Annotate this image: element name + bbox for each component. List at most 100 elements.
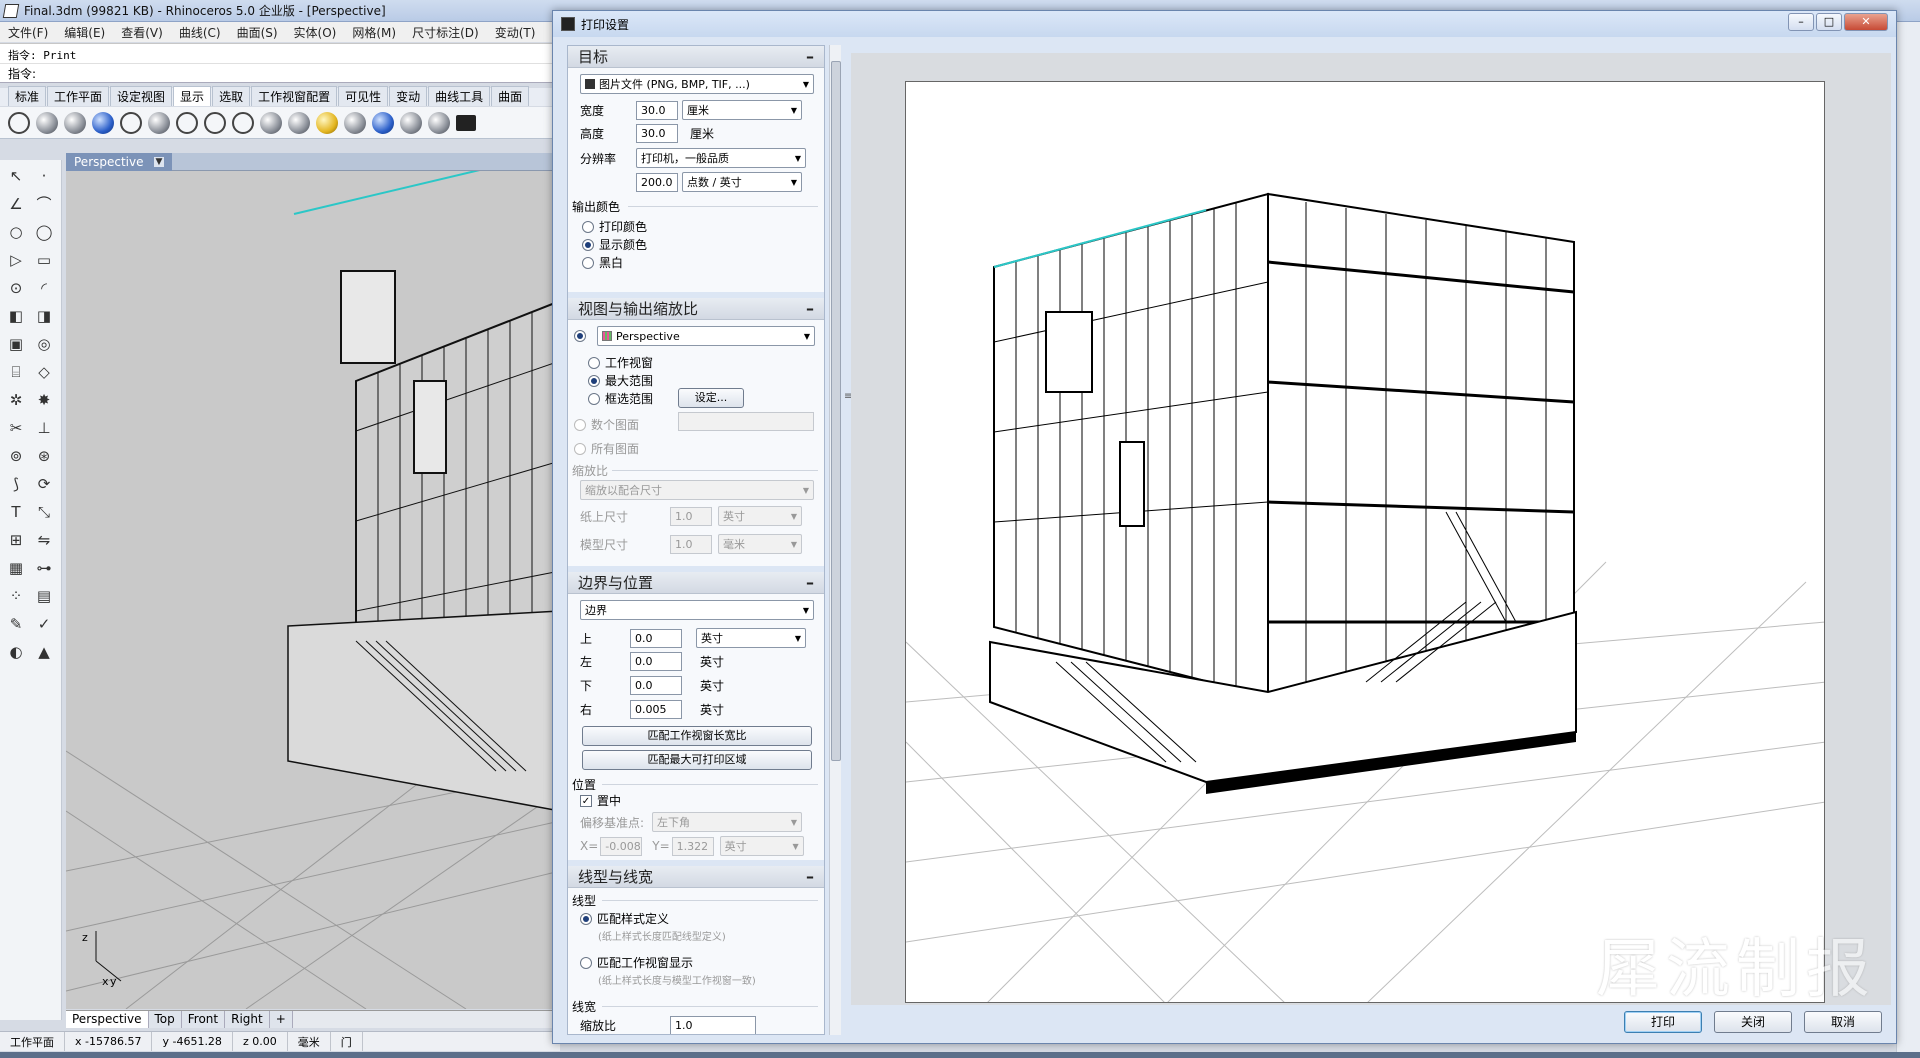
y-offset-input[interactable]: 1.322 — [671, 836, 714, 856]
range-option-viewport[interactable]: 工作视窗 — [588, 354, 653, 371]
menu-surface[interactable]: 曲面(S) — [229, 24, 286, 41]
boolean-icon[interactable]: ◎ — [34, 334, 54, 354]
join-icon[interactable]: ⟆ — [6, 474, 26, 494]
viewport-tab-perspective[interactable]: Perspective — [66, 1011, 149, 1028]
offset-unit-select[interactable]: 英寸 ▼ — [719, 836, 804, 856]
menu-mesh[interactable]: 网格(M) — [344, 24, 404, 41]
ungroup-icon[interactable]: ⊛ — [34, 446, 54, 466]
toolbar-tab-select[interactable]: 选取 — [212, 86, 251, 106]
status-cplane[interactable]: 工作平面 — [0, 1032, 65, 1051]
text-icon[interactable]: T — [6, 502, 26, 522]
radio-display-color[interactable] — [582, 238, 594, 251]
display-monitor-icon[interactable] — [456, 114, 476, 131]
polygon-icon[interactable]: ▷ — [6, 250, 26, 270]
collapse-icon[interactable]: – — [806, 867, 814, 886]
collapse-icon[interactable]: – — [806, 47, 814, 66]
grid-array-icon[interactable]: ⁘ — [6, 586, 26, 606]
paper-size-input[interactable]: 1.0 — [670, 506, 712, 526]
toolbar-tab-surface[interactable]: 曲面 — [491, 86, 530, 106]
minimize-icon[interactable]: – — [1788, 13, 1814, 31]
arc-icon[interactable]: ◜ — [34, 278, 54, 298]
viewport-tab-right[interactable]: Right — [225, 1011, 270, 1028]
margin-right-input[interactable]: 0.005 — [630, 700, 682, 719]
margin-mode-select[interactable]: 边界 ▼ — [580, 600, 814, 620]
linetype-option-style[interactable]: 匹配样式定义 — [580, 910, 669, 927]
zebra-icon[interactable] — [372, 111, 394, 134]
margin-left-input[interactable]: 0.0 — [630, 652, 682, 671]
viewport-title-tab[interactable]: Perspective ▼ — [66, 153, 173, 171]
toolbar-tab-display[interactable]: 显示 — [173, 86, 212, 106]
circle-icon[interactable]: ○ — [6, 222, 26, 242]
section-view-header[interactable]: 视图与输出缩放比 – — [568, 298, 824, 320]
render-icon[interactable]: ▲ — [34, 642, 54, 662]
scale-mode-select[interactable]: 缩放以配合尺寸 ▼ — [580, 480, 814, 500]
radio-linetype-viewport[interactable] — [580, 956, 592, 969]
match-aspect-button[interactable]: 匹配工作视窗长宽比 — [582, 726, 812, 746]
ghosted-mode-icon[interactable] — [92, 111, 114, 134]
menu-file[interactable]: 文件(F) — [0, 24, 56, 41]
section-linetype-header[interactable]: 线型与线宽 – — [568, 866, 824, 888]
trim-icon[interactable]: ✂ — [6, 418, 26, 438]
rebuild-icon[interactable]: ⟳ — [34, 474, 54, 494]
output-type-select[interactable]: 图片文件 (PNG, BMP, TIF, ...) ▼ — [580, 74, 814, 94]
toolbar-tab-standard[interactable]: 标准 — [8, 86, 47, 106]
toolbar-tab-visibility[interactable]: 可见性 — [338, 86, 389, 106]
cylinder-icon[interactable]: ⌸ — [6, 362, 26, 382]
dpi-unit-select[interactable]: 点数 / 英寸 ▼ — [682, 172, 802, 192]
viewport-menu-caret-icon[interactable]: ▼ — [153, 157, 165, 167]
menu-dimension[interactable]: 尺寸标注(D) — [404, 24, 487, 41]
command-prompt[interactable]: 指令: — [0, 63, 560, 83]
center-checkbox[interactable]: ✓ — [580, 794, 592, 807]
gold-material-icon[interactable] — [316, 111, 338, 134]
block-icon[interactable]: ▤ — [34, 586, 54, 606]
cancel-button[interactable]: 取消 — [1804, 1011, 1882, 1033]
render-sphere-icon[interactable] — [288, 111, 310, 134]
resolution-select[interactable]: 打印机，一般品质 ▼ — [636, 148, 806, 168]
environment-map-icon[interactable] — [400, 111, 422, 134]
perspective-viewport[interactable]: z x y — [66, 171, 560, 1009]
radio-print-color[interactable] — [582, 220, 594, 233]
mirror-icon[interactable]: ⇋ — [34, 530, 54, 550]
margin-bottom-input[interactable]: 0.0 — [630, 676, 682, 695]
explode-icon[interactable]: ✸ — [34, 390, 54, 410]
set-range-button[interactable]: 设定... — [678, 388, 744, 408]
menu-transform[interactable]: 变动(T) — [487, 24, 544, 41]
section-icon[interactable] — [344, 111, 366, 134]
margin-unit-select[interactable]: 英寸 ▼ — [696, 628, 806, 648]
pen-mode-icon[interactable] — [204, 111, 226, 134]
split-icon[interactable]: ⊥ — [34, 418, 54, 438]
menu-edit[interactable]: 编辑(E) — [56, 24, 113, 41]
gear-icon[interactable]: ✲ — [6, 390, 26, 410]
match-max-area-button[interactable]: 匹配最大可打印区域 — [582, 750, 812, 770]
radio-several-pages[interactable] — [574, 418, 586, 431]
shaded-mode-icon[interactable] — [36, 111, 58, 134]
dpi-input[interactable]: 200.0 — [636, 172, 678, 192]
material-sphere-icon[interactable] — [260, 111, 282, 134]
radio-view[interactable] — [574, 330, 586, 342]
command-input[interactable] — [40, 66, 552, 80]
width-unit-select[interactable]: 厘米 ▼ — [682, 100, 802, 120]
menu-solid[interactable]: 实体(O) — [286, 24, 345, 41]
close-icon[interactable]: ✕ — [1844, 13, 1888, 31]
range-option-window[interactable]: 框选范围 — [588, 390, 653, 407]
section-target-header[interactable]: 目标 – — [568, 46, 824, 68]
collapse-icon[interactable]: – — [806, 573, 814, 592]
close-button[interactable]: 关闭 — [1714, 1011, 1792, 1033]
shade-icon[interactable]: ◐ — [6, 642, 26, 662]
menu-curve[interactable]: 曲线(C) — [171, 24, 229, 41]
ellipse-icon[interactable]: ◯ — [34, 222, 54, 242]
radio-linetype-style[interactable] — [580, 912, 592, 925]
paper-size-unit-select[interactable]: 英寸 ▼ — [718, 506, 802, 526]
surface-icon[interactable]: ◧ — [6, 306, 26, 326]
model-size-unit-select[interactable]: 毫米 ▼ — [718, 534, 802, 554]
view-select[interactable]: Perspective ▼ — [597, 326, 815, 346]
select-arrow-icon[interactable]: ↖ — [6, 166, 26, 186]
width-input[interactable]: 30.0 — [636, 100, 678, 120]
lineweight-scale-input[interactable]: 1.0 — [670, 1016, 756, 1034]
toolbar-tab-viewport-layout[interactable]: 工作视窗配置 — [251, 86, 338, 106]
margin-top-input[interactable]: 0.0 — [630, 628, 682, 648]
status-layer[interactable]: 门 — [331, 1032, 363, 1051]
solid-box-icon[interactable]: ▦ — [6, 558, 26, 578]
fillet-icon[interactable]: ⊙ — [6, 278, 26, 298]
linetype-option-viewport[interactable]: 匹配工作视窗显示 — [580, 954, 693, 971]
